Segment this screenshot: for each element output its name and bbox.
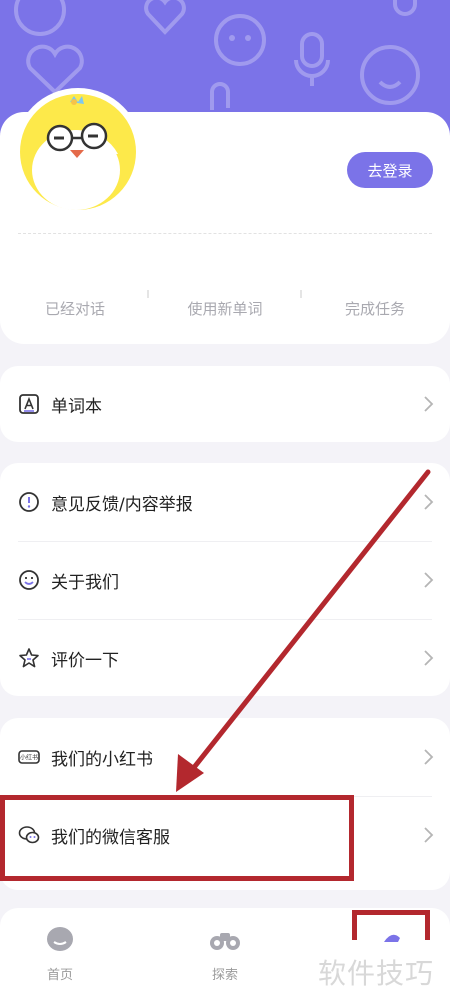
annotation-arrow	[176, 469, 431, 792]
watermark: 软件技巧	[318, 957, 435, 990]
